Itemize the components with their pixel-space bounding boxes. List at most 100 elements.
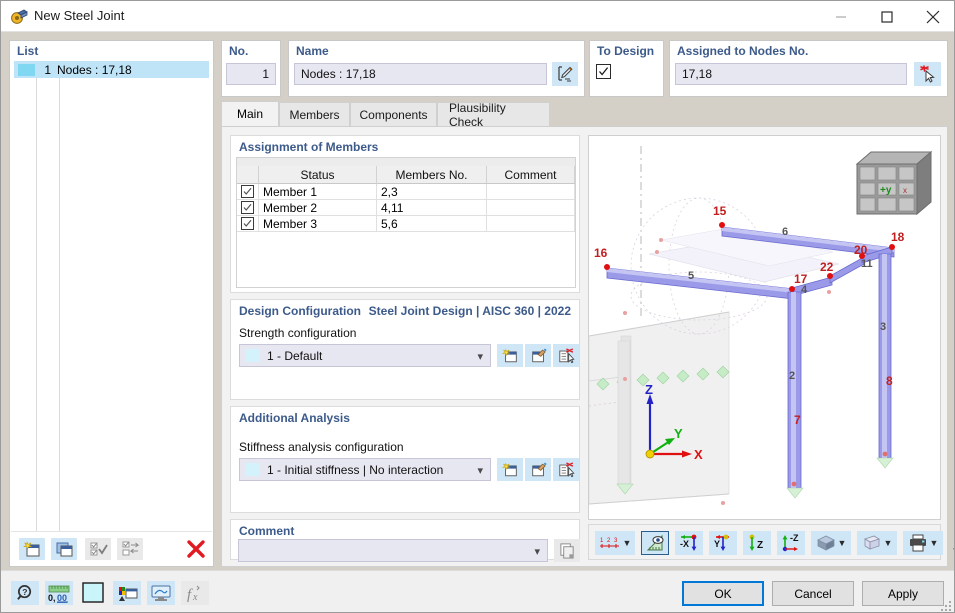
no-input[interactable]: 1 xyxy=(226,63,276,85)
cell-comment[interactable] xyxy=(487,184,575,200)
cell-comment[interactable] xyxy=(487,200,575,216)
to-design-checkbox[interactable] xyxy=(596,64,611,79)
table-header-members-no-label: Members No. xyxy=(395,167,468,182)
name-input[interactable]: Nodes : 17,18 xyxy=(294,63,547,85)
table-top-strip xyxy=(237,158,575,166)
cell-comment[interactable] xyxy=(487,216,575,232)
maximize-button[interactable] xyxy=(864,1,910,32)
view-in-negative-z-button[interactable]: -Z xyxy=(777,531,805,555)
view-in-z-button[interactable]: Z xyxy=(743,531,771,555)
svg-text:-X: -X xyxy=(680,539,689,549)
table-header-comment[interactable]: Comment xyxy=(487,166,575,184)
table-row[interactable] xyxy=(237,184,259,200)
chevron-down-icon[interactable]: ▾ xyxy=(534,545,540,558)
svg-text:x: x xyxy=(192,592,198,603)
select-all-button[interactable] xyxy=(85,538,111,560)
list-item[interactable]: 1 Nodes : 17,18 xyxy=(14,61,209,78)
chevron-down-icon[interactable]: ▼ xyxy=(623,538,632,548)
print-button[interactable]: ▼ xyxy=(903,531,943,555)
svg-text:Z: Z xyxy=(757,540,763,551)
chevron-down-icon[interactable]: ▼ xyxy=(884,538,893,548)
table-header-members-no[interactable]: Members No. xyxy=(377,166,487,184)
table-row[interactable] xyxy=(237,216,259,232)
design-configuration-group: Design Configuration Steel Joint Design … xyxy=(230,299,580,400)
stiffness-configuration-select[interactable]: 1 - Initial stiffness | No interaction ▾ xyxy=(239,458,491,481)
tab-members[interactable]: Members xyxy=(279,102,350,126)
ok-button-label: OK xyxy=(714,586,732,601)
delete-item-button[interactable] xyxy=(183,538,209,560)
table-row[interactable] xyxy=(237,200,259,216)
tab-main[interactable]: Main xyxy=(221,101,279,126)
stiffness-config-color-swatch xyxy=(245,463,260,476)
cell-status[interactable]: Member 2 xyxy=(259,200,377,216)
display-mode-button[interactable]: ▼ xyxy=(811,531,851,555)
edit-pencil-icon[interactable] xyxy=(552,62,578,86)
chevron-down-icon[interactable]: ▼ xyxy=(930,538,939,548)
row-checkbox[interactable] xyxy=(241,217,254,230)
ok-button[interactable]: OK xyxy=(682,581,764,606)
color-button[interactable] xyxy=(79,581,107,605)
edit-configuration-button[interactable] xyxy=(525,344,551,367)
tab-components-label: Components xyxy=(359,107,428,122)
apply-button[interactable]: Apply xyxy=(862,581,944,606)
strength-config-color-swatch xyxy=(245,349,260,362)
copy-pages-icon[interactable] xyxy=(554,539,580,562)
tab-plausibility-check[interactable]: Plausibility Check xyxy=(437,101,550,129)
svg-text:X: X xyxy=(694,447,703,462)
zoom-reset-button[interactable] xyxy=(949,531,954,555)
cell-members-no[interactable]: 2,3 xyxy=(377,184,487,200)
svg-text:Z: Z xyxy=(645,382,653,397)
strength-configuration-label: Strength configuration xyxy=(239,326,357,340)
row-checkbox[interactable] xyxy=(241,185,254,198)
edit-stiffness-config-button[interactable] xyxy=(525,458,551,481)
tab-components[interactable]: Components xyxy=(350,102,437,126)
table-header-status[interactable]: Status xyxy=(259,166,377,184)
tab-main-label: Main xyxy=(236,107,263,121)
title-bar: New Steel Joint xyxy=(1,1,954,32)
invert-selection-button[interactable] xyxy=(117,538,143,560)
table-header-comment-label: Comment xyxy=(504,167,557,182)
view-in-x-button[interactable]: -X xyxy=(675,531,703,555)
table-header-status-label: Status xyxy=(300,167,335,182)
new-configuration-button[interactable] xyxy=(497,344,523,367)
close-button[interactable] xyxy=(910,1,954,32)
visibility-button[interactable] xyxy=(113,581,141,605)
strength-configuration-select[interactable]: 1 - Default ▾ xyxy=(239,344,491,367)
row-checkbox[interactable] xyxy=(241,201,254,214)
chevron-down-icon[interactable]: ▾ xyxy=(477,350,483,363)
cancel-button[interactable]: Cancel xyxy=(772,581,854,606)
delete-configuration-button[interactable] xyxy=(553,344,579,367)
dialog-content: List 1 Nodes : 17,18 No. 1 Name Nodes: … xyxy=(1,32,954,570)
svg-text:x: x xyxy=(903,186,907,195)
cell-status[interactable]: Member 1 xyxy=(259,184,377,200)
chevron-down-icon[interactable]: ▼ xyxy=(838,538,847,548)
resize-grip[interactable] xyxy=(941,599,953,611)
numbering-button[interactable]: 1 2 3 ▼ xyxy=(595,531,635,555)
model-viewport[interactable]: Z X Y +y x 15 16 18 20 22 17 7 8 6 5 11 … xyxy=(588,135,941,520)
graphics-button[interactable] xyxy=(147,581,175,605)
delete-stiffness-config-button[interactable] xyxy=(553,458,579,481)
formula-button[interactable]: f x xyxy=(181,581,209,605)
cell-members-no[interactable]: 5,6 xyxy=(377,216,487,232)
node-label: 20 xyxy=(854,243,868,257)
cell-status[interactable]: Member 3 xyxy=(259,216,377,232)
chevron-down-icon[interactable]: ▾ xyxy=(477,464,483,477)
copy-item-button[interactable] xyxy=(51,538,77,560)
strength-configuration-value: 1 - Default xyxy=(267,348,323,363)
units-button[interactable]: 0, 00 xyxy=(45,581,73,605)
tab-members-label: Members xyxy=(289,107,340,122)
list-item-color-swatch xyxy=(18,63,35,76)
view-in-y-button[interactable]: Y xyxy=(709,531,737,555)
wireframe-button[interactable]: ▼ xyxy=(857,531,897,555)
member-label: 11 xyxy=(861,258,873,270)
comment-input[interactable]: ▾ xyxy=(238,539,548,562)
render-view-button[interactable] xyxy=(641,531,669,555)
new-stiffness-config-button[interactable] xyxy=(497,458,523,481)
assigned-nodes-input[interactable]: 17,18 xyxy=(675,63,907,85)
minimize-button[interactable] xyxy=(818,1,864,32)
new-item-button[interactable] xyxy=(19,538,45,560)
help-button[interactable]: ? xyxy=(11,581,39,605)
cell-members-no[interactable]: 4,11 xyxy=(377,200,487,216)
pick-cursor-icon[interactable] xyxy=(914,62,941,86)
node-label: 8 xyxy=(886,374,893,388)
